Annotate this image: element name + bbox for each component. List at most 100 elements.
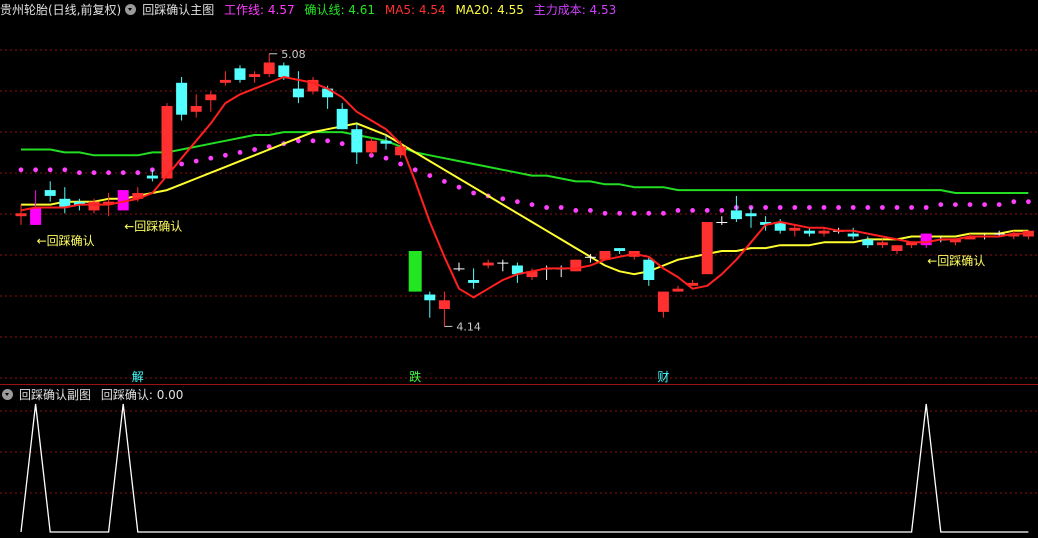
- work-line-dot: [923, 205, 929, 210]
- work-line-dot: [412, 167, 418, 173]
- candle-body: [701, 222, 713, 275]
- work-line-dot: [515, 199, 520, 205]
- candle-body: [44, 190, 56, 196]
- work-line-dot: [661, 210, 666, 216]
- work-line-dot: [646, 210, 652, 216]
- candle-body: [453, 268, 465, 270]
- candle-body: [408, 251, 422, 292]
- candle-body: [570, 259, 582, 272]
- work-line-dot: [471, 190, 476, 196]
- candle-body: [818, 230, 830, 234]
- candle: [614, 248, 626, 254]
- candle: [307, 77, 319, 95]
- candle-body: [438, 300, 450, 309]
- candle-body: [482, 262, 494, 266]
- work-line-dot: [617, 210, 622, 216]
- candle-body: [672, 288, 684, 292]
- candle: [847, 227, 859, 240]
- work-line-dot: [763, 205, 768, 210]
- candle: [263, 53, 275, 77]
- candle: [424, 291, 436, 318]
- signal-label: ←回踩确认: [927, 254, 985, 268]
- candle: [555, 265, 567, 278]
- work-line-dot: [223, 152, 228, 158]
- work-line-dot: [106, 170, 111, 176]
- signal-label: ←回踩确认: [37, 234, 95, 248]
- candle-body: [176, 82, 188, 115]
- candle-body: [993, 233, 1005, 235]
- work-line-dot: [1026, 199, 1031, 205]
- work-line-dot: [836, 205, 841, 210]
- signal-label: ←回踩确认: [124, 219, 182, 233]
- candle: [438, 291, 450, 327]
- candle: [701, 222, 713, 275]
- work-line-dot: [865, 205, 871, 210]
- candle: [44, 181, 56, 202]
- candle-body: [205, 94, 217, 101]
- work-line-dot: [996, 202, 1002, 208]
- candle: [657, 291, 669, 318]
- candle: [862, 236, 874, 249]
- candle-body: [862, 239, 874, 246]
- work-line-dot: [91, 170, 97, 176]
- work-line-dot: [894, 205, 900, 210]
- work-line-dot: [631, 210, 637, 216]
- work-line-dot: [573, 208, 579, 213]
- work-line-dot: [909, 205, 914, 210]
- work-line-dot: [18, 167, 24, 173]
- work-line-dot: [62, 167, 68, 173]
- candle-body: [468, 280, 480, 283]
- candle-body: [30, 207, 42, 225]
- candle: [408, 251, 422, 292]
- candle: [59, 187, 71, 214]
- candle-body: [920, 233, 932, 246]
- candle-body: [161, 106, 173, 179]
- candle: [745, 207, 757, 228]
- candle: [292, 71, 304, 104]
- candle-body: [789, 227, 801, 231]
- candle: [365, 137, 377, 156]
- candle-body: [803, 230, 815, 234]
- candle: [249, 71, 261, 83]
- work-line-dot: [544, 205, 549, 210]
- candle: [468, 268, 480, 289]
- candle-body: [497, 262, 509, 264]
- candle: [234, 65, 246, 83]
- work-line-dot: [208, 155, 214, 161]
- candle: [190, 94, 202, 118]
- main-chart[interactable]: 5.08 4.14 ←回踩确认 ←回踩确认 ←回踩确认解 跌 财: [0, 0, 1038, 385]
- work-line-dot: [558, 205, 564, 210]
- sub-chart[interactable]: [0, 385, 1038, 538]
- work-line-dot: [398, 161, 403, 167]
- candle: [891, 245, 903, 254]
- candle: [453, 262, 465, 272]
- candle-body: [336, 108, 348, 130]
- work-line-dot: [135, 170, 141, 176]
- candle-body: [584, 256, 596, 258]
- work-line-dot: [442, 179, 447, 184]
- work-line-dot: [588, 208, 593, 213]
- candle: [219, 71, 231, 86]
- work-line-dot: [427, 173, 433, 179]
- candle-body: [190, 106, 202, 112]
- work-line-dot: [77, 170, 82, 176]
- candle-body: [15, 213, 27, 217]
- candle-body: [745, 213, 757, 217]
- candle-body: [424, 294, 436, 301]
- event-marker: 解: [132, 370, 144, 384]
- candle-body: [657, 291, 669, 312]
- candle: [497, 259, 509, 272]
- candle-body: [891, 245, 903, 251]
- work-line-dot: [938, 202, 944, 208]
- work-line-dot: [777, 205, 783, 210]
- candle-body: [351, 129, 363, 153]
- low-label: 4.14: [456, 320, 481, 333]
- work-line-dot: [120, 170, 126, 176]
- candle-body: [365, 140, 377, 153]
- work-line-dot: [310, 138, 316, 144]
- candle-body: [263, 62, 275, 75]
- work-line-dot: [456, 184, 462, 190]
- work-line-dot: [967, 202, 973, 208]
- work-line-dot: [47, 167, 53, 173]
- candle-body: [716, 222, 728, 223]
